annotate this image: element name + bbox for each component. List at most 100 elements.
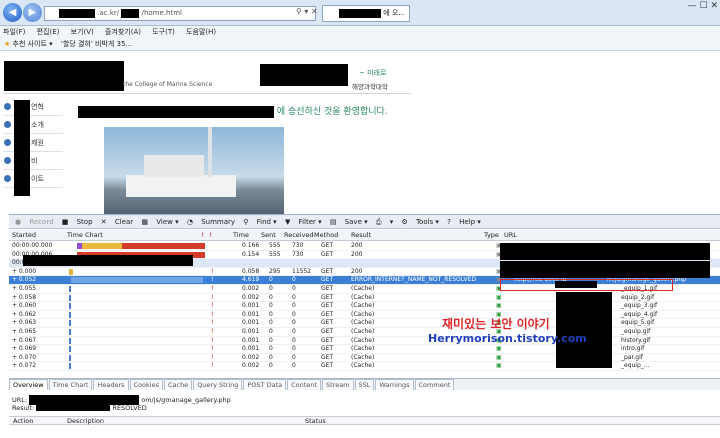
- tab-title: 에 오...: [383, 9, 406, 17]
- col-sent[interactable]: Sent: [261, 230, 276, 241]
- time-chart-bar: [69, 363, 203, 370]
- cell-received: 730: [292, 250, 304, 258]
- save-button[interactable]: ▤ Save ▾: [330, 218, 368, 226]
- menu-favorites[interactable]: 즐겨찾기(A): [105, 28, 141, 36]
- nav-item-4[interactable]: 비: [3, 152, 63, 170]
- cell-received: 0: [292, 362, 296, 370]
- address-bar[interactable]: .ac.kr/ /home.html: [44, 6, 316, 21]
- cell-method: GET: [321, 293, 334, 301]
- menu-tools[interactable]: 도구(T): [152, 28, 175, 36]
- time-chart-bar: [69, 277, 203, 284]
- favorites-bar: ★ 추천 사이트 ▾ '할당 결혀' 비박게 35...: [0, 38, 720, 51]
- nav-label: 연혁: [31, 103, 44, 111]
- menu-bar: 파일(F) 편집(E) 보기(V) 즐겨찾기(A) 도구(T) 도움말(H): [0, 26, 720, 38]
- col-time[interactable]: Time: [233, 230, 249, 241]
- nav-item-site[interactable]: 이트: [3, 170, 63, 188]
- col-result[interactable]: Result: [351, 230, 371, 241]
- view-label: View ▾: [156, 218, 179, 226]
- file-type-icon: ▣: [496, 353, 502, 361]
- watermark: 재미있는 보안 이야기 Herrymorison.tistory.com: [428, 315, 587, 345]
- left-nav: 연혁 소개 제원 비 이트: [3, 98, 63, 206]
- session-row[interactable]: + 0.065 0.001 0 0 GET (Cache) ▣ _equip.gif!: [9, 328, 720, 337]
- cell-received: 0: [292, 285, 296, 292]
- cell-time: 0.154: [242, 250, 260, 258]
- warning-icon: !: [211, 276, 214, 284]
- warning-icon: !: [211, 336, 214, 344]
- help-label: Help ▾: [459, 218, 481, 226]
- ship-photo: [104, 127, 284, 217]
- view-button[interactable]: ▦ View ▾: [141, 218, 178, 226]
- search-icon[interactable]: ⚲ ▾ ✕: [296, 7, 318, 16]
- record-button[interactable]: ● Record: [15, 218, 54, 226]
- col-flag2[interactable]: !: [209, 230, 212, 241]
- cell-sent: 0: [269, 310, 273, 318]
- cell-result: (Cache): [351, 362, 375, 370]
- favorites-item-2[interactable]: '할당 결혀' 비박게 35...: [61, 40, 132, 48]
- cell-time: 0.002: [242, 285, 260, 292]
- browser-tab[interactable]: 에 오...: [322, 5, 410, 22]
- filter-button[interactable]: ▼ Filter ▾: [285, 218, 322, 226]
- cell-url: history.gif: [621, 336, 651, 344]
- col-received[interactable]: Received: [284, 230, 314, 241]
- forward-button[interactable]: ▶: [23, 3, 42, 22]
- cell-url: _par.gif: [621, 353, 643, 361]
- summary-button[interactable]: ◔ Summary: [187, 218, 235, 226]
- menu-help[interactable]: 도움말(H): [186, 28, 216, 36]
- cell-result: (Cache): [351, 302, 375, 310]
- stop-button[interactable]: ■ Stop: [62, 218, 93, 226]
- cell-sent: 0: [269, 285, 273, 292]
- menu-edit[interactable]: 편집(E): [37, 28, 60, 36]
- col-type[interactable]: Type: [484, 230, 499, 241]
- cell-started: + 0.070: [12, 353, 37, 361]
- nav-item-intro[interactable]: 소개: [3, 116, 63, 134]
- session-row[interactable]: + 0.063 0.001 0 0 GET (Cache) ▣ equip_5.gif!: [9, 319, 720, 328]
- cell-received: 11552: [292, 267, 312, 275]
- session-row[interactable]: + 0.072 0.002 0 0 GET (Cache) ▣ _equip_...!: [9, 362, 720, 371]
- col-method[interactable]: Method: [314, 230, 338, 241]
- cell-method: GET: [321, 250, 334, 258]
- nav-item-spec[interactable]: 제원: [3, 134, 63, 152]
- cell-url: equip_2.gif: [621, 293, 655, 301]
- favorites-item-suggested[interactable]: 추천 사이트 ▾: [13, 40, 53, 48]
- nav-item-history[interactable]: 연혁: [3, 98, 63, 116]
- col-url[interactable]: URL: [504, 230, 517, 241]
- menu-view[interactable]: 보기(V): [71, 28, 94, 36]
- menu-file[interactable]: 파일(F): [3, 28, 25, 36]
- tools-button[interactable]: ⚙ Tools ▾: [401, 218, 439, 226]
- cell-url: _equip.gif: [621, 328, 651, 335]
- help-button[interactable]: ? Help ▾: [447, 218, 481, 226]
- session-row[interactable]: + 0.069 0.001 0 0 GET (Cache) ▣ intro.gif!: [9, 345, 720, 354]
- cell-url: _equip_4.gif: [621, 310, 658, 318]
- star-icon[interactable]: ★: [4, 40, 10, 48]
- cell-started: + 0.058: [12, 293, 37, 301]
- nav-label: 제원: [31, 139, 44, 147]
- cell-started: + 0.060: [12, 302, 37, 310]
- redaction: [4, 61, 124, 91]
- time-chart-bar: [69, 268, 73, 275]
- cell-result: 200: [351, 267, 363, 275]
- session-row[interactable]: + 0.060 0.001 0 0 GET (Cache) ▣ _equip_3.gif!: [9, 302, 720, 311]
- error-highlight-box: [500, 279, 673, 291]
- session-row[interactable]: + 0.062 0.001 0 0 GET (Cache) ▣ _equip_4.gif!: [9, 311, 720, 320]
- redaction: [23, 255, 193, 266]
- back-button[interactable]: ◀: [3, 3, 22, 22]
- cell-started: + 0.055: [12, 285, 37, 292]
- col-time-chart[interactable]: Time Chart: [67, 230, 103, 241]
- cell-method: GET: [321, 276, 334, 284]
- session-row[interactable]: + 0.058 0.002 0 0 GET (Cache) ▣ equip_2.gif!: [9, 294, 720, 303]
- session-row[interactable]: + 0.070 0.002 0 0 GET (Cache) ▣ _par.gif!: [9, 354, 720, 363]
- window-controls[interactable]: — ☐ ✕: [688, 1, 718, 11]
- redaction: [14, 100, 30, 196]
- col-flag1[interactable]: !: [201, 230, 204, 241]
- cell-result: 200: [351, 250, 363, 258]
- col-started[interactable]: Started: [12, 230, 36, 241]
- cell-time: 4.619: [242, 276, 260, 284]
- file-type-icon: ▣: [496, 293, 502, 301]
- redaction: [78, 105, 274, 118]
- cell-sent: 0: [269, 276, 273, 284]
- find-button[interactable]: ⚲ Find ▾: [243, 218, 276, 226]
- redaction: [36, 405, 111, 411]
- session-row[interactable]: + 0.067 0.001 0 0 GET (Cache) ▣ history.gif!: [9, 337, 720, 346]
- clear-button[interactable]: ✕ Clear: [101, 218, 133, 226]
- print-button[interactable]: ⎙ ▾: [376, 218, 393, 226]
